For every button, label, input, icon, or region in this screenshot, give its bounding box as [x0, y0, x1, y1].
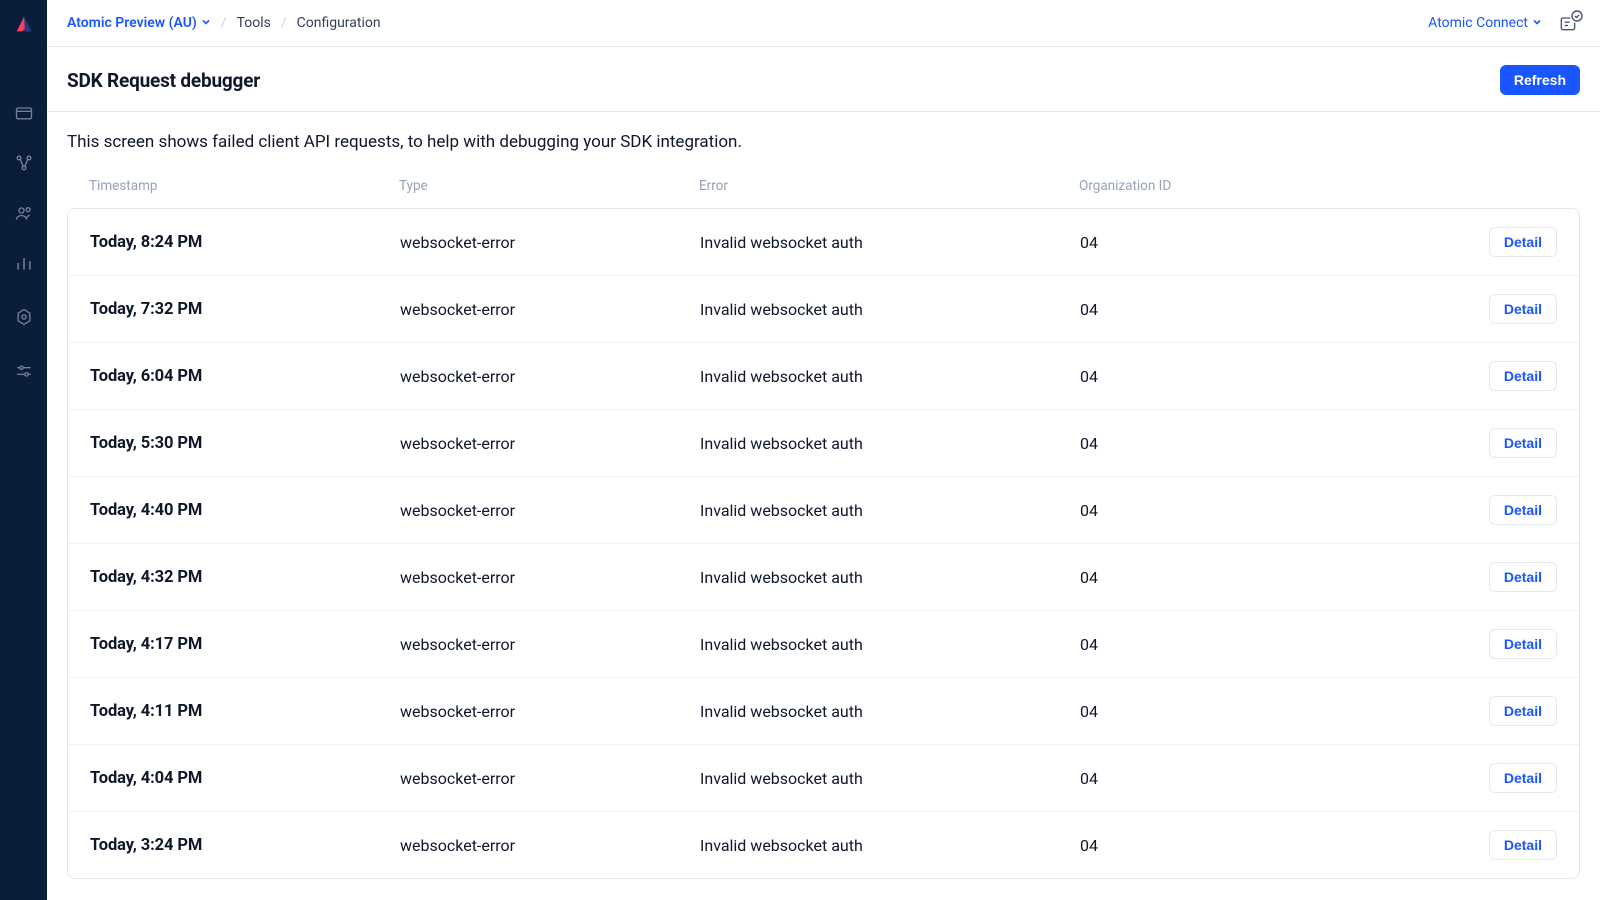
account-selector[interactable]: Atomic Connect [1428, 15, 1542, 31]
topbar: Atomic Preview (AU) / Tools / Configurat… [47, 0, 1600, 47]
cell-org: 04 [1080, 836, 1400, 855]
sidebar [0, 0, 47, 900]
cell-type: websocket-error [400, 836, 700, 855]
cell-type: websocket-error [400, 233, 700, 252]
detail-button[interactable]: Detail [1489, 361, 1557, 391]
account-label: Atomic Connect [1428, 15, 1528, 31]
logo [13, 14, 35, 40]
sidebar-item-analytics[interactable] [13, 252, 35, 274]
cell-timestamp: Today, 4:11 PM [90, 702, 400, 721]
sidebar-item-settings[interactable] [13, 306, 35, 328]
cell-org: 04 [1080, 367, 1400, 386]
requests-table: Timestamp Type Error Organization ID Tod… [67, 178, 1580, 879]
cell-org: 04 [1080, 300, 1400, 319]
page-title: SDK Request debugger [67, 69, 260, 92]
cell-org: 04 [1080, 635, 1400, 654]
environment-selector[interactable]: Atomic Preview (AU) [67, 15, 211, 31]
chevron-down-icon [1532, 15, 1542, 31]
table-body: Today, 8:24 PMwebsocket-errorInvalid web… [67, 208, 1580, 879]
detail-button[interactable]: Detail [1489, 227, 1557, 257]
table-row: Today, 8:24 PMwebsocket-errorInvalid web… [68, 209, 1579, 276]
col-header-error: Error [699, 178, 1079, 194]
detail-button[interactable]: Detail [1489, 562, 1557, 592]
sidebar-item-users[interactable] [13, 202, 35, 224]
cell-error: Invalid websocket auth [700, 836, 1080, 855]
col-header-timestamp: Timestamp [89, 178, 399, 194]
environment-label: Atomic Preview (AU) [67, 15, 197, 31]
cell-org: 04 [1080, 568, 1400, 587]
detail-button[interactable]: Detail [1489, 763, 1557, 793]
cell-error: Invalid websocket auth [700, 434, 1080, 453]
detail-button[interactable]: Detail [1489, 294, 1557, 324]
cell-type: websocket-error [400, 367, 700, 386]
main: Atomic Preview (AU) / Tools / Configurat… [47, 0, 1600, 900]
cell-timestamp: Today, 6:04 PM [90, 367, 400, 386]
chevron-down-icon [201, 15, 211, 31]
breadcrumb: Atomic Preview (AU) / Tools / Configurat… [67, 15, 381, 31]
cell-error: Invalid websocket auth [700, 233, 1080, 252]
detail-button[interactable]: Detail [1489, 495, 1557, 525]
table-row: Today, 4:11 PMwebsocket-errorInvalid web… [68, 678, 1579, 745]
detail-button[interactable]: Detail [1489, 696, 1557, 726]
col-header-type: Type [399, 178, 699, 194]
cell-error: Invalid websocket auth [700, 501, 1080, 520]
cell-type: websocket-error [400, 702, 700, 721]
cell-timestamp: Today, 3:24 PM [90, 836, 400, 855]
tasks-status-icon[interactable] [1556, 11, 1580, 35]
table-row: Today, 3:24 PMwebsocket-errorInvalid web… [68, 812, 1579, 878]
cell-org: 04 [1080, 702, 1400, 721]
detail-button[interactable]: Detail [1489, 830, 1557, 860]
cell-error: Invalid websocket auth [700, 769, 1080, 788]
cell-timestamp: Today, 4:17 PM [90, 635, 400, 654]
cell-timestamp: Today, 7:32 PM [90, 300, 400, 319]
cell-type: websocket-error [400, 300, 700, 319]
table-row: Today, 4:40 PMwebsocket-errorInvalid web… [68, 477, 1579, 544]
cell-error: Invalid websocket auth [700, 568, 1080, 587]
breadcrumb-configuration[interactable]: Configuration [297, 15, 381, 31]
table-row: Today, 6:04 PMwebsocket-errorInvalid web… [68, 343, 1579, 410]
cell-type: websocket-error [400, 635, 700, 654]
table-row: Today, 5:30 PMwebsocket-errorInvalid web… [68, 410, 1579, 477]
sidebar-item-sliders[interactable] [13, 360, 35, 382]
breadcrumb-separator: / [281, 15, 287, 31]
cell-timestamp: Today, 4:40 PM [90, 501, 400, 520]
table-row: Today, 4:17 PMwebsocket-errorInvalid web… [68, 611, 1579, 678]
breadcrumb-tools[interactable]: Tools [237, 15, 271, 31]
cell-type: websocket-error [400, 769, 700, 788]
page-description: This screen shows failed client API requ… [67, 112, 1580, 178]
sidebar-item-cards[interactable] [13, 102, 35, 124]
table-row: Today, 4:04 PMwebsocket-errorInvalid web… [68, 745, 1579, 812]
cell-timestamp: Today, 5:30 PM [90, 434, 400, 453]
cell-org: 04 [1080, 501, 1400, 520]
cell-org: 04 [1080, 434, 1400, 453]
table-header-row: Timestamp Type Error Organization ID [67, 178, 1580, 208]
cell-type: websocket-error [400, 434, 700, 453]
cell-error: Invalid websocket auth [700, 635, 1080, 654]
refresh-button[interactable]: Refresh [1500, 65, 1580, 95]
cell-timestamp: Today, 4:32 PM [90, 568, 400, 587]
cell-timestamp: Today, 4:04 PM [90, 769, 400, 788]
cell-type: websocket-error [400, 568, 700, 587]
cell-error: Invalid websocket auth [700, 367, 1080, 386]
detail-button[interactable]: Detail [1489, 428, 1557, 458]
cell-org: 04 [1080, 769, 1400, 788]
detail-button[interactable]: Detail [1489, 629, 1557, 659]
content: SDK Request debugger Refresh This screen… [47, 47, 1600, 879]
checkmark-badge-icon [1570, 9, 1584, 23]
col-header-org: Organization ID [1079, 178, 1399, 194]
breadcrumb-separator: / [221, 15, 227, 31]
cell-error: Invalid websocket auth [700, 702, 1080, 721]
table-row: Today, 7:32 PMwebsocket-errorInvalid web… [68, 276, 1579, 343]
sidebar-item-actions[interactable] [13, 152, 35, 174]
cell-error: Invalid websocket auth [700, 300, 1080, 319]
cell-org: 04 [1080, 233, 1400, 252]
table-row: Today, 4:32 PMwebsocket-errorInvalid web… [68, 544, 1579, 611]
cell-timestamp: Today, 8:24 PM [90, 233, 400, 252]
cell-type: websocket-error [400, 501, 700, 520]
